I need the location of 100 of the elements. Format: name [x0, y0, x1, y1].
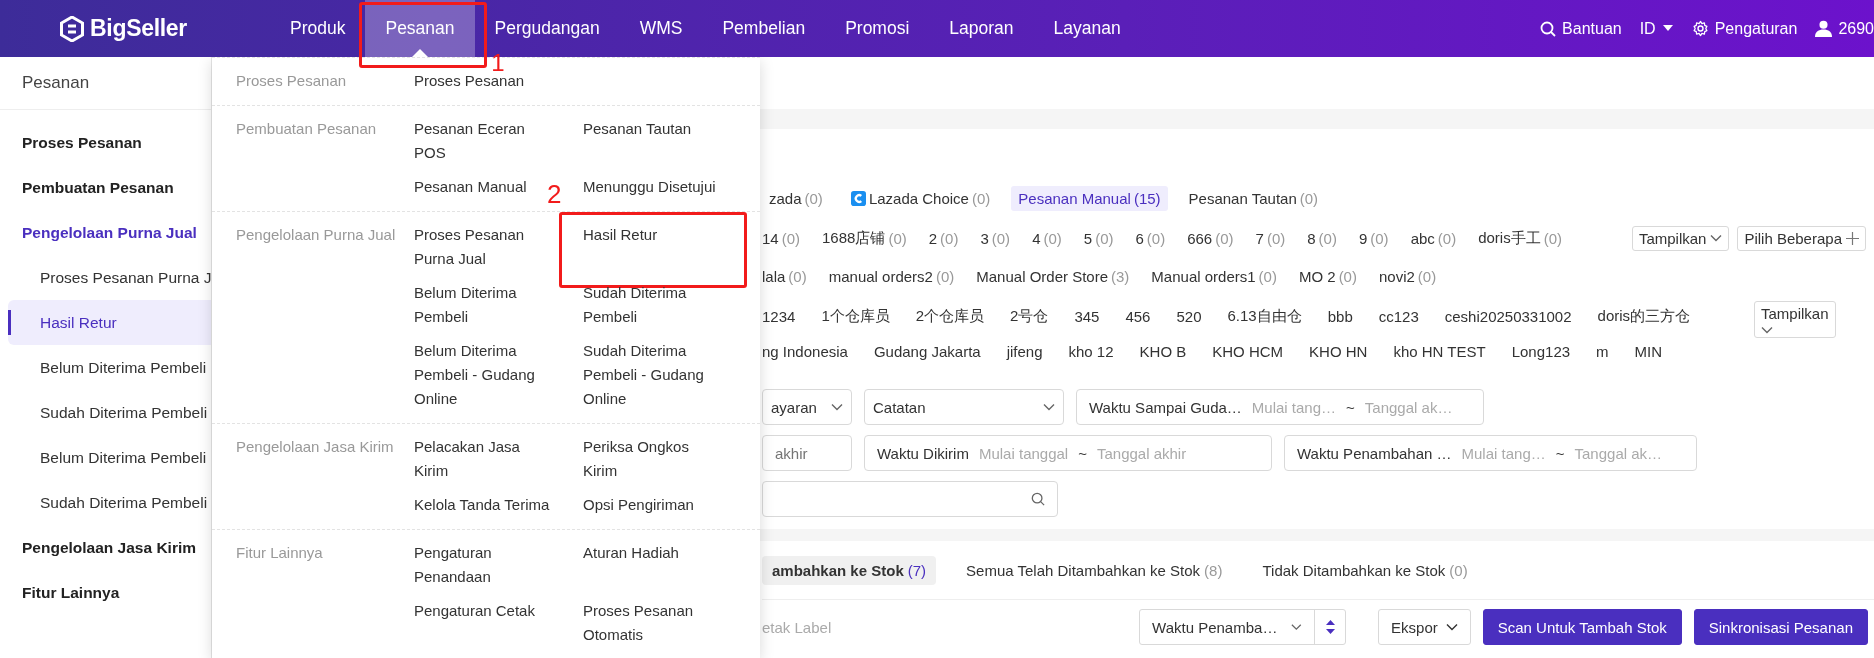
menu-link[interactable]: Proses Pesanan Otomatis	[583, 599, 725, 647]
sidebar-item[interactable]: Pengelolaan Purna Jual	[0, 210, 211, 255]
sidebar-item[interactable]: Fitur Lainnya	[0, 570, 211, 615]
menu-link[interactable]: Sudah Diterima Pembeli	[583, 281, 725, 329]
select-field[interactable]: ayaran	[762, 389, 852, 425]
store-filter[interactable]: 6 (0)	[1135, 229, 1166, 247]
menu-link[interactable]: Pesanan Manual	[414, 175, 527, 199]
search-field[interactable]	[762, 481, 1058, 517]
menu-link[interactable]: Aturan Hadiah	[583, 541, 679, 565]
sidebar-item[interactable]: Proses Pesanan	[0, 120, 211, 165]
warehouse-filter[interactable]: 520	[1176, 308, 1202, 325]
menu-link[interactable]: Menunggu Disetujui	[583, 175, 716, 199]
store-filter[interactable]: 7 (0)	[1255, 229, 1286, 247]
warehouse-filter[interactable]: KHO HN	[1309, 343, 1368, 360]
nav-tab[interactable]: WMS	[619, 0, 703, 57]
settings-link[interactable]: Pengaturan	[1691, 19, 1798, 38]
warehouse-filter[interactable]: 1234	[762, 308, 796, 325]
help-link[interactable]: Bantuan	[1540, 19, 1622, 38]
store-filter[interactable]: 666 (0)	[1187, 229, 1234, 247]
menu-link[interactable]: Pesanan Tautan	[583, 117, 692, 141]
warehouse-filter[interactable]: 1个仓库员	[821, 307, 890, 326]
warehouse-filter[interactable]: cc123	[1378, 308, 1419, 325]
store-filter[interactable]: 1688店铺 (0)	[822, 228, 907, 248]
menu-link[interactable]: Opsi Pengiriman	[583, 493, 694, 517]
primary-button[interactable]: Sinkronisasi Pesanan	[1693, 609, 1868, 645]
multi-select-button[interactable]: Pilih Beberapa	[1737, 225, 1866, 251]
warehouse-filter[interactable]: ng Indonesia	[762, 343, 848, 360]
sidebar-subitem[interactable]: Sudah Diterima Pembeli	[8, 390, 211, 435]
store-filter[interactable]: Manual orders1 (0)	[1151, 267, 1277, 285]
platform-tab[interactable]: Pesanan Tautan (0)	[1181, 185, 1326, 211]
menu-link[interactable]: Proses Pesanan Purna Jual	[414, 223, 556, 271]
status-tab[interactable]: ambahkan ke Stok (7)	[762, 555, 937, 585]
input-field[interactable]: akhir	[762, 435, 852, 471]
store-filter[interactable]: abc (0)	[1410, 229, 1457, 247]
warehouse-filter[interactable]: m	[1596, 343, 1609, 360]
sidebar-subitem[interactable]: Proses Pesanan Purna J	[8, 255, 211, 300]
menu-link[interactable]: Kelola Tanda Terima	[414, 493, 550, 517]
warehouse-filter[interactable]: ceshi20250331002	[1444, 308, 1572, 325]
nav-tab[interactable]: Pembelian	[702, 0, 826, 57]
warehouse-filter[interactable]: jifeng	[1006, 343, 1043, 360]
sidebar-subitem[interactable]: Belum Diterima Pembeli	[8, 345, 211, 390]
nav-tab[interactable]: Layanan	[1033, 0, 1141, 57]
warehouse-filter[interactable]: 6.13自由仓	[1227, 307, 1302, 326]
sidebar-item[interactable]: Pembuatan Pesanan	[0, 165, 211, 210]
store-filter[interactable]: 9 (0)	[1358, 229, 1389, 247]
show-dropdown[interactable]: Tampilkan	[1754, 301, 1836, 338]
date-range-field[interactable]: Waktu Sampai Guda… Mulai tang… ~ Tanggal ak…	[1076, 389, 1484, 425]
warehouse-filter[interactable]: bbb	[1327, 308, 1353, 325]
show-dropdown[interactable]: Tampilkan	[1631, 225, 1730, 251]
language-dropdown[interactable]: ID	[1639, 19, 1674, 38]
menu-link[interactable]: Pesanan Eceran POS	[414, 117, 556, 165]
select-field[interactable]: Catatan	[864, 389, 1064, 425]
warehouse-filter[interactable]: KHO HCM	[1212, 343, 1284, 360]
menu-link[interactable]: Sudah Diterima Pembeli - Gudang Online	[583, 339, 725, 411]
warehouse-filter[interactable]: 2号仓	[1010, 307, 1049, 326]
primary-button[interactable]: Scan Untuk Tambah Stok	[1482, 609, 1682, 645]
warehouse-filter[interactable]: MIN	[1634, 343, 1663, 360]
warehouse-filter[interactable]: kho 12	[1068, 343, 1114, 360]
status-tab[interactable]: Semua Telah Ditambahkan ke Stok (8)	[956, 555, 1233, 585]
warehouse-filter[interactable]: kho HN TEST	[1393, 343, 1486, 360]
nav-tab[interactable]: Produk	[270, 0, 366, 57]
warehouse-filter[interactable]: Long123	[1511, 343, 1571, 360]
store-filter[interactable]: 8 (0)	[1307, 229, 1337, 247]
sidebar-item[interactable]: Pengelolaan Jasa Kirim	[0, 525, 211, 570]
store-filter[interactable]: 2 (0)	[928, 229, 959, 247]
menu-link[interactable]: Belum Diterima Pembeli	[414, 281, 556, 329]
store-filter[interactable]: 14 (0)	[762, 229, 801, 247]
warehouse-filter[interactable]: 456	[1125, 308, 1151, 325]
date-range-field[interactable]: Waktu Dikirim Mulai tanggal ~ Tanggal akhir	[864, 435, 1272, 471]
warehouse-filter[interactable]: doris的三方仓	[1597, 307, 1691, 326]
menu-link[interactable]: Belum Diterima Pembeli - Gudang Online	[414, 339, 556, 411]
export-dropdown[interactable]: Ekspor	[1378, 609, 1471, 645]
store-filter[interactable]: manual orders2 (0)	[828, 267, 955, 285]
store-filter[interactable]: 4 (0)	[1032, 229, 1062, 247]
platform-tab[interactable]: zada (0)	[762, 185, 830, 211]
menu-link[interactable]: Periksa Ongkos Kirim	[583, 435, 725, 483]
menu-link[interactable]: Pelacakan Jasa Kirim	[414, 435, 556, 483]
user-menu[interactable]: 2690	[1815, 19, 1874, 38]
menu-link[interactable]: Pengaturan Penandaan	[414, 541, 556, 589]
store-filter[interactable]: Manual Order Store (3)	[976, 267, 1130, 285]
warehouse-filter[interactable]: 345	[1074, 308, 1100, 325]
sort-select[interactable]: Waktu Penamba…	[1139, 609, 1347, 645]
warehouse-filter[interactable]: KHO B	[1139, 343, 1187, 360]
store-filter[interactable]: lala (0)	[762, 267, 807, 285]
sidebar-subitem[interactable]: Belum Diterima Pembeli	[8, 435, 211, 480]
sidebar-subitem[interactable]: Sudah Diterima Pembeli	[8, 480, 211, 525]
warehouse-filter[interactable]: 2个仓库员	[915, 307, 985, 326]
warehouse-filter[interactable]: Gudang Jakarta	[873, 343, 981, 360]
platform-tab[interactable]: Lazada Choice (0)	[843, 185, 998, 211]
nav-tab[interactable]: Laporan	[929, 0, 1034, 57]
store-filter[interactable]: 5 (0)	[1083, 229, 1114, 247]
nav-tab[interactable]: Pesanan	[365, 0, 475, 57]
store-filter[interactable]: MO 2 (0)	[1298, 267, 1357, 285]
store-filter[interactable]: novi2 (0)	[1378, 267, 1437, 285]
status-tab[interactable]: Tidak Ditambahkan ke Stok (0)	[1252, 555, 1478, 585]
nav-tab[interactable]: Promosi	[825, 0, 930, 57]
store-filter[interactable]: 3 (0)	[980, 229, 1011, 247]
menu-link[interactable]: Hasil Retur	[583, 223, 658, 247]
date-range-field[interactable]: Waktu Penambahan … Mulai tang… ~ Tanggal ak…	[1284, 435, 1697, 471]
sidebar-subitem[interactable]: Hasil Retur	[8, 300, 211, 345]
